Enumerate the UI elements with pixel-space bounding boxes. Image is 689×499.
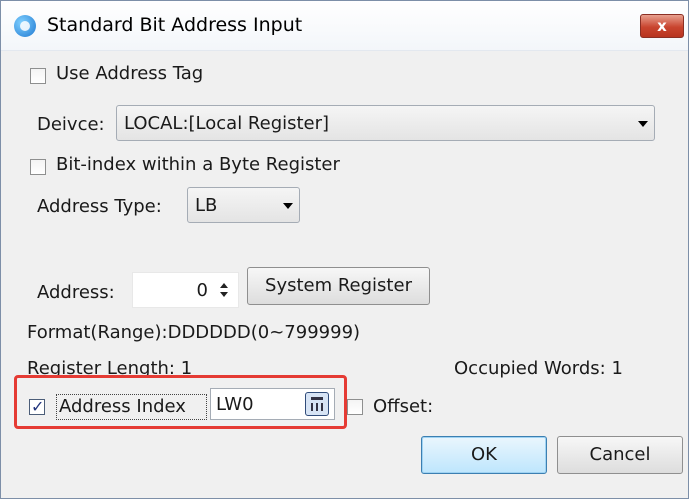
- spin-up-icon[interactable]: [220, 283, 228, 288]
- address-value: 0: [196, 280, 208, 301]
- offset-checkbox[interactable]: [347, 399, 363, 415]
- device-label: Deivce:: [37, 114, 105, 135]
- close-icon: x: [657, 17, 667, 35]
- use-address-tag-label: Use Address Tag: [56, 63, 204, 84]
- cancel-button[interactable]: Cancel: [557, 436, 683, 474]
- address-type-select[interactable]: LB: [187, 187, 300, 223]
- device-value: LOCAL:[Local Register]: [124, 113, 330, 134]
- format-range-text: Format(Range):DDDDDD(0~799999): [27, 322, 361, 343]
- address-spinbox[interactable]: 0: [132, 272, 239, 308]
- chevron-down-icon: [638, 121, 648, 127]
- system-register-button[interactable]: System Register: [247, 267, 430, 305]
- app-icon: [14, 15, 36, 37]
- address-index-label: Address Index: [59, 396, 186, 417]
- address-type-value: LB: [195, 195, 218, 216]
- device-select[interactable]: LOCAL:[Local Register]: [116, 105, 655, 141]
- title-bar: Standard Bit Address Input x: [1, 1, 688, 51]
- use-address-tag-checkbox[interactable]: [30, 68, 46, 84]
- dialog-window: Standard Bit Address Input x Use Address…: [0, 0, 689, 499]
- window-title: Standard Bit Address Input: [47, 14, 303, 36]
- address-label: Address:: [37, 282, 115, 303]
- chevron-down-icon: [283, 203, 293, 209]
- offset-label: Offset:: [373, 396, 434, 417]
- address-type-label: Address Type:: [37, 196, 162, 217]
- spin-down-icon[interactable]: [220, 292, 228, 297]
- address-index-value: LW0: [216, 394, 254, 415]
- bit-index-checkbox[interactable]: [30, 159, 46, 175]
- bit-index-label: Bit-index within a Byte Register: [56, 154, 340, 175]
- calculator-icon[interactable]: [305, 392, 329, 416]
- ok-button[interactable]: OK: [421, 436, 547, 474]
- close-button[interactable]: x: [640, 14, 684, 38]
- address-index-checkbox[interactable]: [29, 397, 45, 416]
- occupied-words-text: Occupied Words: 1: [454, 358, 623, 379]
